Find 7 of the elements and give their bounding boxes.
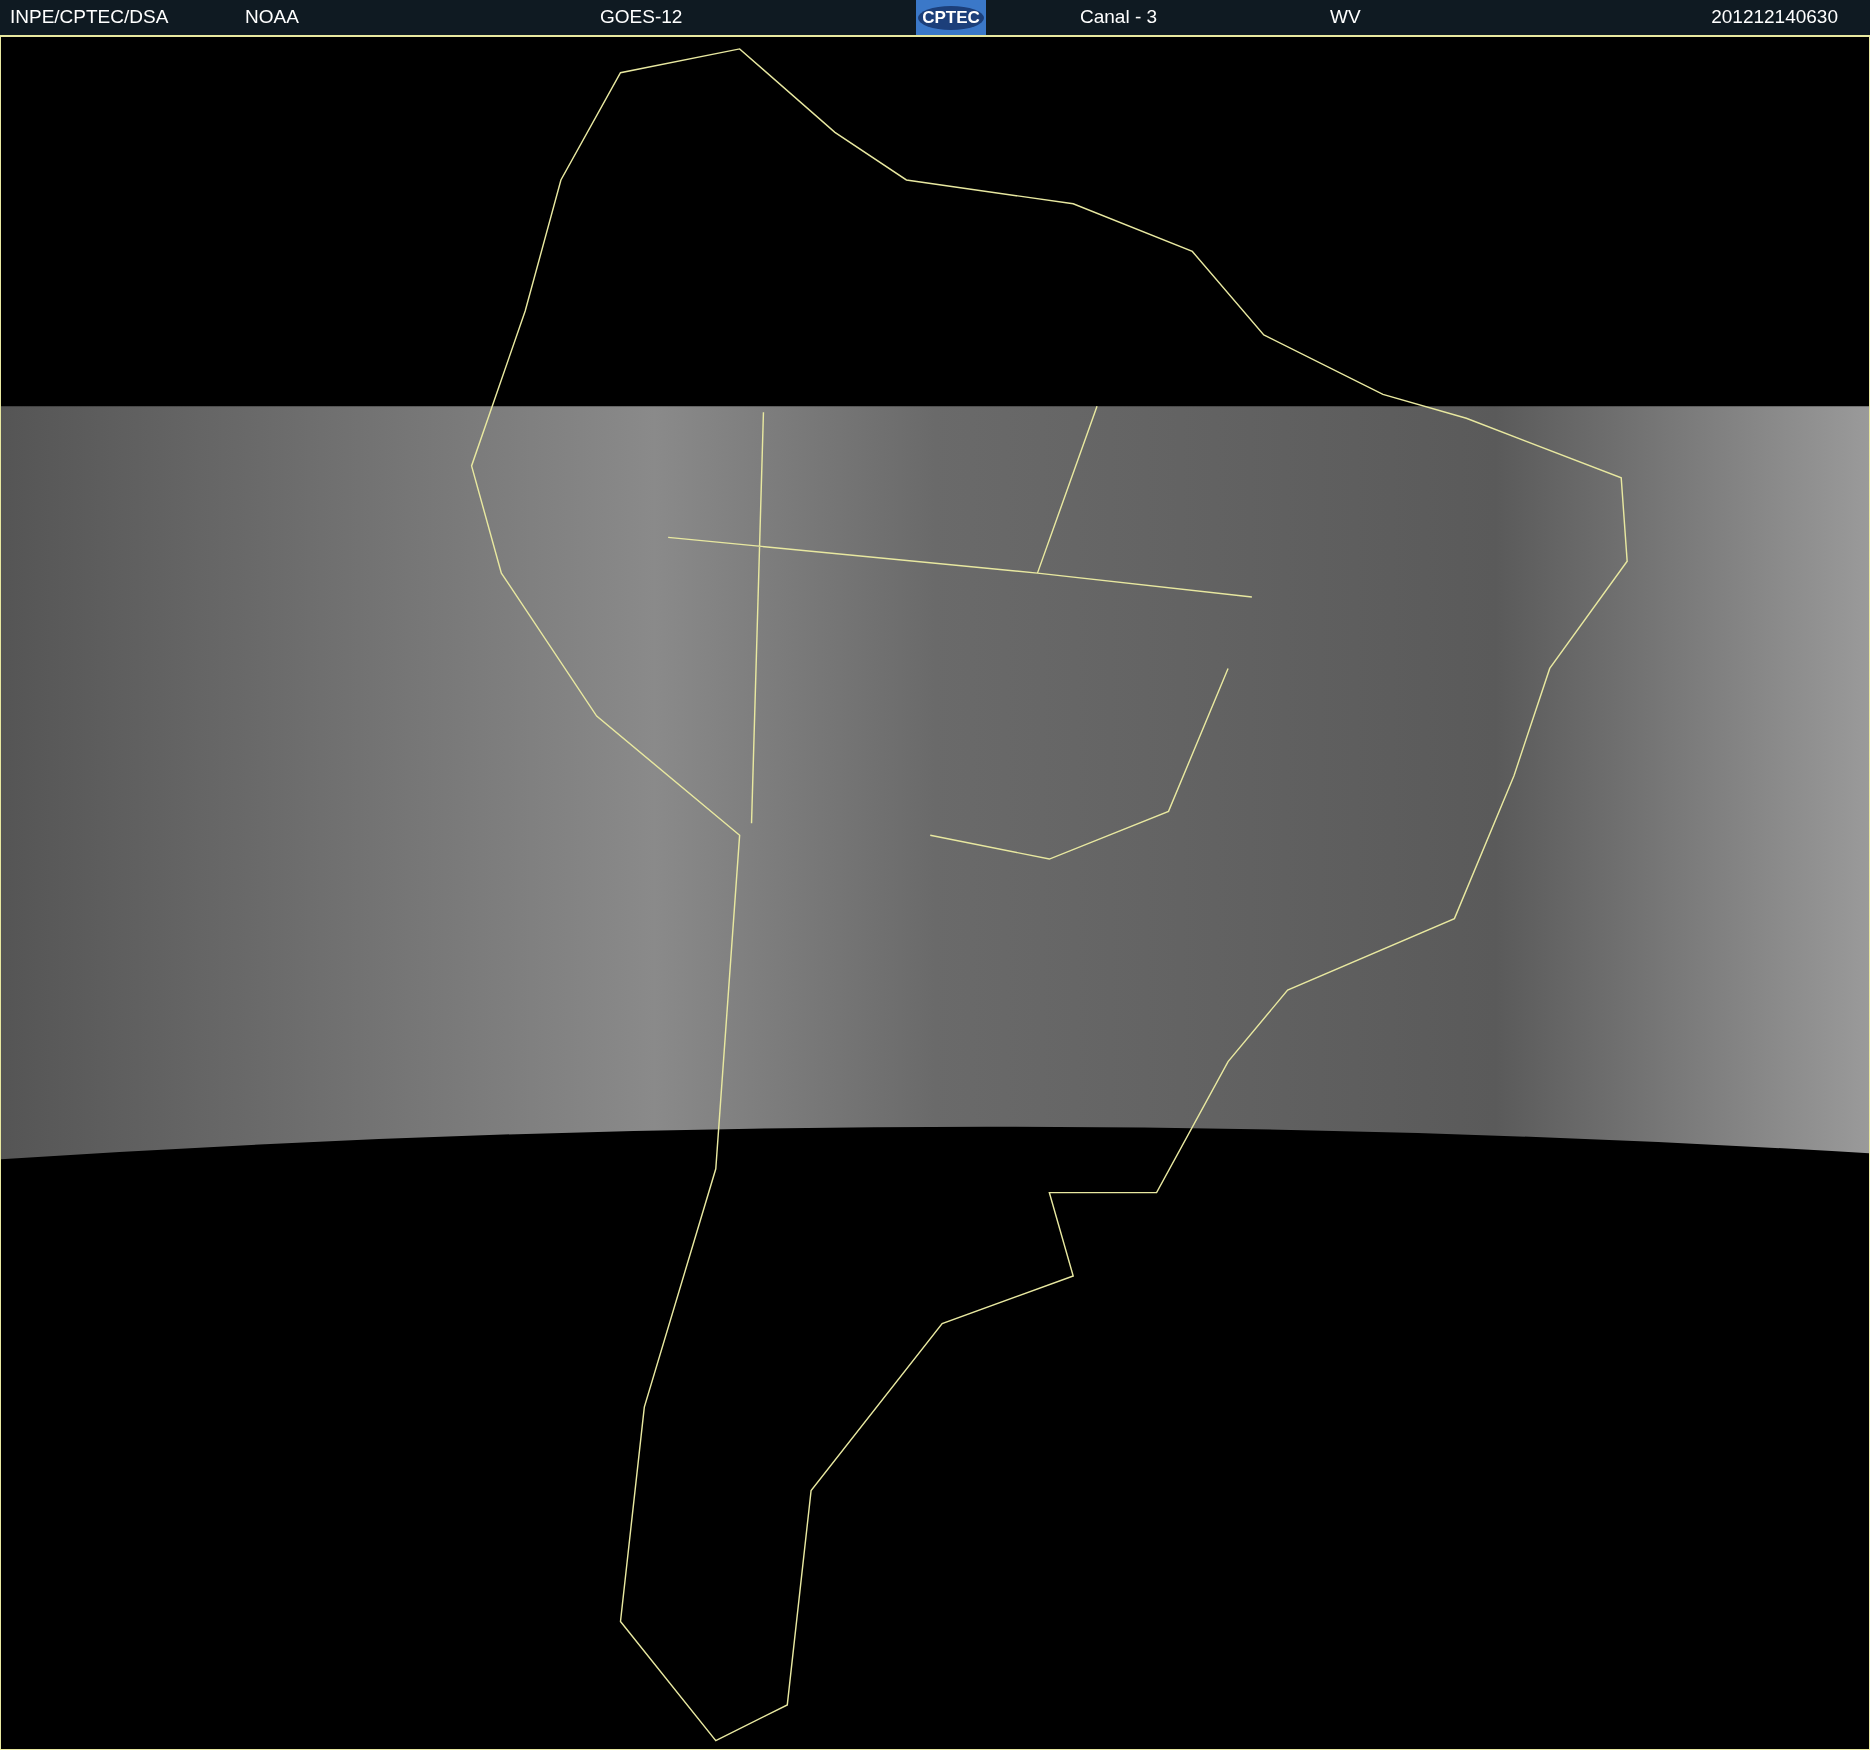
band-label: WV [1330,5,1362,30]
logo: CPTEC [916,0,986,35]
satellite-label: GOES-12 [600,5,684,30]
channel-label: Canal - 3 [1080,5,1159,30]
timestamp: 201212140630 [1711,5,1838,30]
agency-label: NOAA [245,5,300,30]
source-label: INPE/CPTEC/DSA [10,5,170,30]
